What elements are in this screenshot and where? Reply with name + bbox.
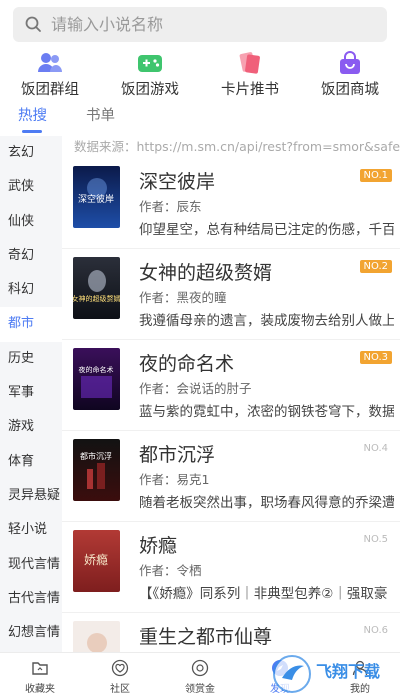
nav-bounty[interactable]: 领赏金: [160, 653, 240, 697]
nav-community[interactable]: 社区: [80, 653, 160, 697]
book-row[interactable]: 都市沉浮 都市沉浮 作者：易克1 随着老板突然出事，职场春风得意的乔梁遭 NO.…: [62, 431, 400, 522]
game-icon: [136, 50, 164, 76]
book-row[interactable]: 娇瘾 娇瘾 作者：令栖 【《娇瘾》同系列｜非典型包养②｜强取豪 NO.5: [62, 522, 400, 613]
tab-active-indicator: [22, 130, 42, 133]
bottom-nav: 收藏夹 社区 领赏金 发现 我的: [0, 652, 400, 697]
book-title: 夜的命名术: [139, 353, 235, 375]
quick-actions: 饭团群组 饭团游戏 卡片推书 饭团商城: [0, 50, 400, 98]
sidebar-item-lishi[interactable]: 历史: [0, 342, 62, 376]
book-description: 蓝与紫的霓虹中，浓密的钢铁苍穹下，数据: [139, 404, 394, 420]
book-description: 【《娇瘾》同系列｜非典型包养②｜强取豪: [139, 586, 388, 602]
book-cover: 女神的超级赘婿: [73, 257, 120, 319]
search-box[interactable]: [13, 7, 387, 42]
sidebar-item-ancient-romance[interactable]: 古代言情: [0, 582, 62, 616]
book-title: 娇瘾: [139, 535, 178, 557]
book-cover: 都市沉浮: [73, 439, 120, 501]
quick-shop-button[interactable]: 饭团商城: [300, 50, 400, 98]
quick-cards-label: 卡片推书: [221, 82, 279, 98]
discover-icon: [271, 659, 289, 677]
book-author: 作者：令栖: [139, 563, 202, 578]
book-cover: 深空彼岸: [73, 166, 120, 228]
book-title: 女神的超级赘婿: [139, 262, 273, 284]
category-sidebar: 玄幻 武侠 仙侠 奇幻 科幻 都市 历史 军事 游戏 体育 灵异悬疑 轻小说 现…: [0, 136, 62, 652]
search-bar: [0, 0, 400, 50]
sidebar-item-tiyu[interactable]: 体育: [0, 445, 62, 479]
sidebar-item-xuanhuan[interactable]: 玄幻: [0, 136, 62, 170]
quick-cards-button[interactable]: 卡片推书: [200, 50, 300, 98]
quick-game-label: 饭团游戏: [121, 82, 179, 98]
nav-discover-label: 发现: [270, 684, 290, 695]
book-author: 作者：黑夜的瞳: [139, 290, 227, 305]
coin-icon: [191, 659, 209, 677]
book-row[interactable]: 女神的超级赘婿 女神的超级赘婿 作者：黑夜的瞳 我遵循母亲的遗言，装成废物去给别…: [62, 249, 400, 340]
book-author: 作者：会说话的肘子: [139, 381, 252, 396]
rank-badge: NO.1: [359, 169, 392, 182]
rank-badge: NO.5: [363, 534, 389, 545]
shop-icon: [336, 50, 364, 76]
quick-group-label: 饭团群组: [21, 82, 79, 98]
tab-hot-search[interactable]: 热搜: [18, 104, 47, 125]
book-cover: 娇瘾: [73, 530, 120, 592]
sidebar-item-junshi[interactable]: 军事: [0, 376, 62, 410]
book-description: 随着老板突然出事，职场春风得意的乔梁遭: [139, 495, 394, 511]
book-author: 作者：辰东: [139, 199, 202, 214]
svg-text:夜的命名术: 夜的命名术: [79, 365, 114, 374]
svg-text:深空彼岸: 深空彼岸: [78, 193, 114, 205]
book-row[interactable]: 深空彼岸 深空彼岸 作者：辰东 仰望星空，总有种结局已注定的伤感，千百 NO.1: [62, 158, 400, 249]
sidebar-item-qihuan[interactable]: 奇幻: [0, 239, 62, 273]
svg-text:娇瘾: 娇瘾: [84, 552, 108, 567]
rank-badge: NO.3: [359, 351, 392, 364]
user-icon: [351, 659, 369, 677]
nav-favorites[interactable]: 收藏夹: [0, 653, 80, 697]
nav-bounty-label: 领赏金: [185, 684, 215, 695]
book-title: 深空彼岸: [139, 171, 216, 193]
nav-profile-label: 我的: [350, 684, 370, 695]
book-title: 都市沉浮: [139, 444, 216, 466]
nav-profile[interactable]: 我的: [320, 653, 400, 697]
book-list: 深空彼岸 深空彼岸 作者：辰东 仰望星空，总有种结局已注定的伤感，千百 NO.1…: [62, 158, 400, 652]
nav-community-label: 社区: [110, 684, 130, 695]
book-row[interactable]: 夜的命名术 夜的命名术 作者：会说话的肘子 蓝与紫的霓虹中，浓密的钢铁苍穹下，数…: [62, 340, 400, 431]
heart-icon: [111, 659, 129, 677]
svg-text:女神的超级赘婿: 女神的超级赘婿: [73, 294, 120, 303]
svg-text:都市沉浮: 都市沉浮: [80, 451, 112, 461]
cards-icon: [236, 50, 264, 76]
tab-bar: 热搜 书单: [0, 104, 400, 138]
quick-group-button[interactable]: 饭团群组: [0, 50, 100, 98]
book-author: 作者：易克1: [139, 472, 210, 487]
sidebar-item-fantasy-romance[interactable]: 幻想言情: [0, 616, 62, 650]
sidebar-item-youxi[interactable]: 游戏: [0, 410, 62, 444]
folder-icon: [31, 659, 49, 677]
sidebar-item-wuxia[interactable]: 武侠: [0, 170, 62, 204]
rank-badge: NO.2: [359, 260, 392, 273]
sidebar-item-lingyi[interactable]: 灵异悬疑: [0, 479, 62, 513]
search-input[interactable]: [51, 15, 351, 34]
rank-badge: NO.6: [363, 625, 389, 636]
data-source-text: 数据来源：https://m.sm.cn/api/rest?from=smor&…: [74, 139, 400, 154]
search-icon: [23, 14, 45, 36]
book-description: 仰望星空，总有种结局已注定的伤感，千百: [139, 222, 394, 238]
sidebar-item-modern-romance[interactable]: 现代言情: [0, 548, 62, 582]
book-cover: 夜的命名术: [73, 348, 120, 410]
rank-badge: NO.4: [363, 443, 389, 454]
book-cover: [73, 621, 120, 652]
sidebar-item-light-novel[interactable]: 轻小说: [0, 513, 62, 547]
book-description: 我遵循母亲的遗言，装成废物去给别人做上: [139, 313, 394, 329]
book-title: 重生之都市仙尊: [139, 626, 273, 648]
sidebar-item-xianxia[interactable]: 仙侠: [0, 205, 62, 239]
book-row[interactable]: 重生之都市仙尊 NO.6: [62, 613, 400, 652]
group-icon: [36, 50, 64, 76]
tab-book-list[interactable]: 书单: [86, 104, 115, 125]
nav-favorites-label: 收藏夹: [25, 684, 55, 695]
sidebar-item-dushi[interactable]: 都市: [0, 307, 62, 342]
quick-shop-label: 饭团商城: [321, 82, 379, 98]
sidebar-item-kehuan[interactable]: 科幻: [0, 273, 62, 307]
nav-discover[interactable]: 发现: [240, 653, 320, 697]
quick-game-button[interactable]: 饭团游戏: [100, 50, 200, 98]
